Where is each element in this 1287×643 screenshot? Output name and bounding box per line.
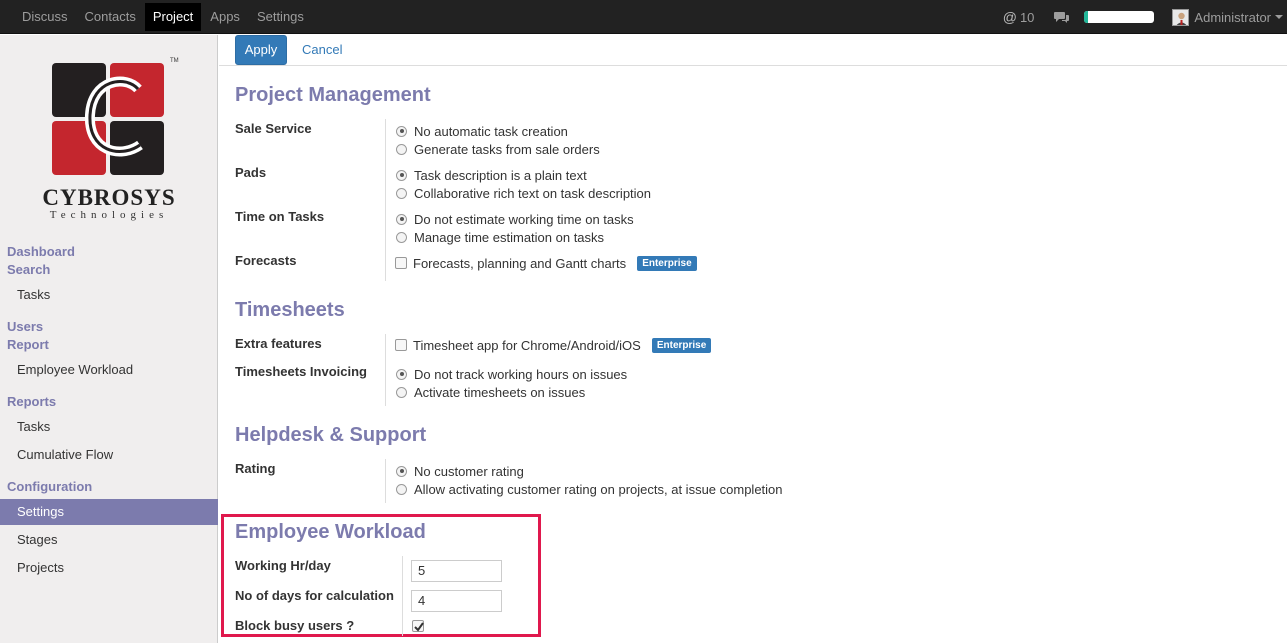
enterprise-badge: Enterprise: [651, 337, 712, 353]
sidebar-head-dashboard[interactable]: Dashboard: [7, 244, 75, 259]
sidebar: TM CYBROSYS Technologies Dashboard Searc…: [0, 35, 218, 643]
svg-text:TM: TM: [170, 58, 179, 64]
radio-manage-estimate[interactable]: Manage time estimation on tasks: [396, 229, 604, 245]
chat-icon[interactable]: [1054, 11, 1070, 24]
radio-no-estimate[interactable]: Do not estimate working time on tasks: [396, 211, 634, 227]
divider: [385, 459, 386, 503]
cancel-button[interactable]: Cancel: [302, 35, 342, 65]
radio-rich-text[interactable]: Collaborative rich text on task descript…: [396, 185, 651, 201]
logo-subtitle: Technologies: [49, 209, 169, 221]
option-label: Task description is a plain text: [414, 167, 587, 183]
section-title-timesheets: Timesheets: [235, 299, 345, 321]
sidebar-item-report-tasks[interactable]: Tasks: [0, 414, 218, 440]
radio-icon[interactable]: [396, 143, 407, 155]
checkbox-forecasts[interactable]: Forecasts, planning and Gantt charts Ente…: [395, 255, 697, 271]
divider: [385, 334, 386, 406]
sidebar-head-configuration[interactable]: Configuration: [7, 479, 92, 494]
at-icon: @: [1002, 9, 1017, 25]
radio-icon[interactable]: [396, 368, 407, 380]
divider: [402, 556, 403, 636]
option-label: Do not estimate working time on tasks: [414, 211, 634, 227]
mentions-count: 10: [1019, 9, 1035, 25]
radio-icon[interactable]: [396, 231, 407, 243]
block-busy-checkbox[interactable]: [412, 620, 424, 632]
section-title-project-management: Project Management: [235, 84, 431, 106]
radio-icon[interactable]: [396, 483, 407, 495]
option-label: Generate tasks from sale orders: [414, 141, 600, 157]
sidebar-head-report[interactable]: Report: [7, 337, 49, 352]
days-calculation-input[interactable]: 4: [411, 590, 502, 612]
menu-contacts[interactable]: Contacts: [77, 3, 144, 31]
progress-fill: [1084, 11, 1088, 23]
apply-button[interactable]: Apply: [235, 35, 287, 65]
app-menu: Discuss Contacts Project Apps Settings: [14, 0, 313, 34]
checkbox-timesheet-app[interactable]: Timesheet app for Chrome/Android/iOS Ente…: [395, 337, 712, 353]
check-icon: [414, 622, 424, 632]
label-time-on-tasks: Time on Tasks: [235, 209, 325, 224]
radio-no-rating[interactable]: No customer rating: [396, 463, 524, 479]
radio-icon[interactable]: [396, 465, 407, 477]
sidebar-item-stages[interactable]: Stages: [0, 527, 218, 553]
label-forecasts: Forecasts: [235, 253, 297, 268]
avatar[interactable]: [1172, 8, 1190, 26]
option-label: Manage time estimation on tasks: [414, 229, 605, 245]
label-days-calculation: No of days for calculation: [235, 588, 394, 603]
radio-activate-timesheets[interactable]: Activate timesheets on issues: [396, 384, 585, 400]
logo-text: CYBROSYS: [42, 185, 176, 210]
menu-project[interactable]: Project: [144, 3, 202, 31]
radio-icon[interactable]: [396, 125, 407, 137]
mentions-counter[interactable]: @ 10: [1003, 9, 1035, 25]
option-label: No customer rating: [414, 463, 524, 479]
option-label: Do not track working hours on issues: [414, 366, 628, 382]
working-hours-input[interactable]: 5: [411, 560, 502, 582]
section-title-employee-workload: Employee Workload: [235, 521, 426, 543]
label-extra-features: Extra features: [235, 336, 322, 351]
menu-discuss[interactable]: Discuss: [14, 3, 76, 31]
progress-bar[interactable]: [1084, 11, 1155, 23]
radio-generate-tasks[interactable]: Generate tasks from sale orders: [396, 141, 600, 157]
label-pads: Pads: [235, 165, 267, 180]
settings-form: Project Management Sale Service No autom…: [219, 67, 1287, 643]
checkbox-icon[interactable]: [395, 257, 407, 269]
label-timesheets-invoicing: Timesheets Invoicing: [235, 364, 367, 379]
label-working-hr: Working Hr/day: [235, 558, 331, 573]
systray: @ 10 Administrator: [1003, 0, 1287, 34]
label-sale-service: Sale Service: [235, 121, 312, 136]
radio-allow-rating[interactable]: Allow activating customer rating on proj…: [396, 481, 783, 497]
radio-icon[interactable]: [396, 187, 407, 199]
chevron-down-icon[interactable]: [1275, 15, 1283, 19]
control-panel: Apply Cancel: [219, 35, 1287, 66]
radio-icon[interactable]: [396, 386, 407, 398]
option-label: Timesheet app for Chrome/Android/iOS: [413, 337, 641, 353]
radio-plain-text[interactable]: Task description is a plain text: [396, 167, 587, 183]
radio-no-auto-task[interactable]: No automatic task creation: [396, 123, 568, 139]
checkbox-icon[interactable]: [395, 339, 407, 351]
top-navbar: Discuss Contacts Project Apps Settings @…: [0, 0, 1287, 34]
option-label: No automatic task creation: [414, 123, 568, 139]
sidebar-item-settings[interactable]: Settings: [0, 499, 218, 525]
sidebar-head-search[interactable]: Search: [7, 262, 50, 277]
user-name[interactable]: Administrator: [1194, 10, 1271, 25]
sidebar-item-employee-workload[interactable]: Employee Workload: [0, 357, 218, 383]
menu-apps[interactable]: Apps: [202, 3, 248, 31]
radio-icon[interactable]: [396, 169, 407, 181]
radio-no-track-hours[interactable]: Do not track working hours on issues: [396, 366, 627, 382]
sidebar-item-tasks[interactable]: Tasks: [0, 282, 218, 308]
label-rating: Rating: [235, 461, 276, 476]
label-block-busy: Block busy users ?: [235, 618, 355, 633]
option-label: Allow activating customer rating on proj…: [414, 481, 783, 497]
radio-icon[interactable]: [396, 213, 407, 225]
sidebar-item-projects[interactable]: Projects: [0, 555, 218, 581]
section-title-helpdesk: Helpdesk & Support: [235, 424, 427, 446]
divider: [385, 119, 386, 281]
sidebar-head-users[interactable]: Users: [7, 319, 43, 334]
sidebar-head-reports[interactable]: Reports: [7, 394, 56, 409]
enterprise-badge: Enterprise: [637, 255, 697, 271]
menu-settings[interactable]: Settings: [249, 3, 312, 31]
sidebar-item-cumulative-flow[interactable]: Cumulative Flow: [0, 442, 218, 468]
option-label: Activate timesheets on issues: [414, 384, 586, 400]
option-label: Collaborative rich text on task descript…: [414, 185, 652, 201]
option-label: Forecasts, planning and Gantt charts: [413, 255, 627, 271]
